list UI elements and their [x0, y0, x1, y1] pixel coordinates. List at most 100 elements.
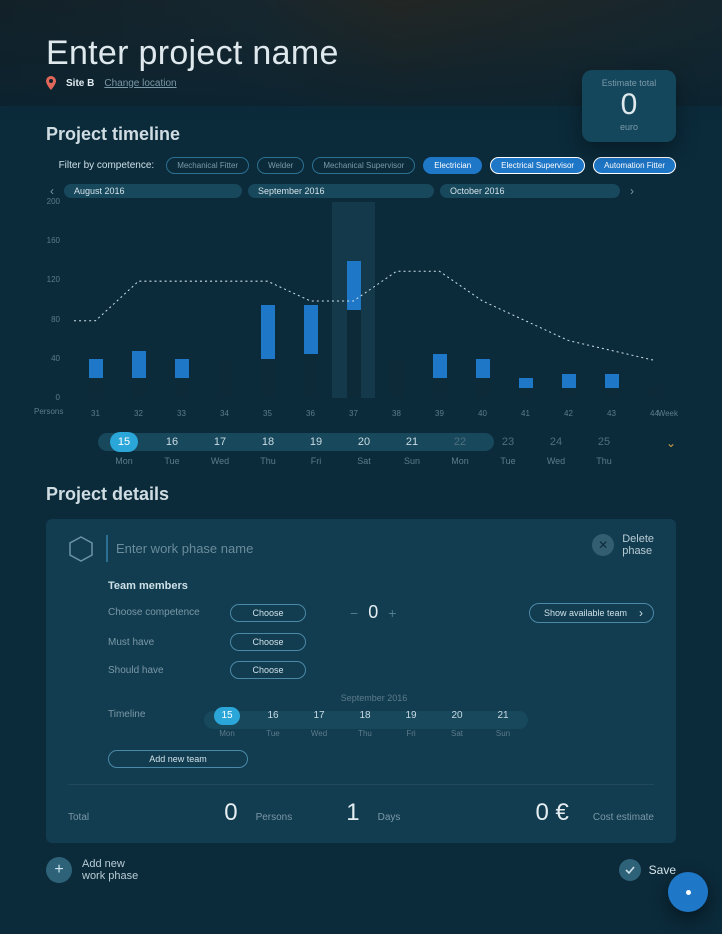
- chart-week-column[interactable]: [74, 202, 117, 398]
- day-column[interactable]: 22Mon: [436, 432, 484, 466]
- cost-estimate-value: 0 €: [535, 799, 568, 827]
- estimate-total-card: Estimate total 0 euro: [582, 70, 676, 142]
- chip-electrical-supervisor[interactable]: Electrical Supervisor: [490, 157, 585, 174]
- total-days-value: 1: [346, 799, 359, 827]
- chart-week-column[interactable]: [418, 202, 461, 398]
- month-segment[interactable]: August 2016: [64, 184, 242, 198]
- phase-name-input[interactable]: [106, 535, 406, 562]
- chart-week-column[interactable]: [160, 202, 203, 398]
- must-have-label: Must have: [108, 637, 216, 648]
- location-pin-icon: [46, 76, 56, 90]
- chart-week-column[interactable]: [246, 202, 289, 398]
- work-phase-card: ✕ Deletephase Team members Choose compet…: [46, 519, 676, 843]
- save-button[interactable]: Save: [619, 859, 676, 881]
- chip-welder[interactable]: Welder: [257, 157, 304, 174]
- chart-week-column[interactable]: [633, 202, 676, 398]
- competence-label: Choose competence: [108, 607, 216, 618]
- month-segment[interactable]: September 2016: [248, 184, 434, 198]
- y-axis-label: Persons: [34, 407, 63, 416]
- day-selector: ⌄ 15Mon16Tue17Wed18Thu19Fri20Sat21Sun22M…: [46, 432, 676, 466]
- filter-label: Filter by competence:: [59, 160, 155, 171]
- estimate-currency: euro: [582, 122, 676, 132]
- chip-mechanical-fitter[interactable]: Mechanical Fitter: [166, 157, 249, 174]
- timeline-row-label: Timeline: [108, 707, 204, 720]
- day-column[interactable]: 18Thu: [244, 432, 292, 466]
- mini-day-column[interactable]: 16Tue: [250, 707, 296, 738]
- chip-automation-fitter[interactable]: Automation Fitter: [593, 157, 676, 174]
- bottom-action-bar: + Add newwork phase Save: [0, 843, 722, 883]
- mini-day-column[interactable]: 19Fri: [388, 707, 434, 738]
- y-axis-ticks: 04080120160200: [34, 202, 60, 398]
- cost-estimate-label: Cost estimate: [593, 812, 654, 823]
- total-persons-value: 0: [224, 799, 237, 827]
- project-title-input[interactable]: Enter project name: [46, 34, 339, 73]
- day-column[interactable]: 20Sat: [340, 432, 388, 466]
- stepper-value: 0: [368, 602, 378, 623]
- chart-week-column[interactable]: [117, 202, 160, 398]
- location-name: Site B: [66, 78, 94, 89]
- competence-filter-row: Filter by competence: Mechanical Fitter …: [46, 157, 676, 174]
- close-icon: ✕: [592, 534, 614, 556]
- floating-action-button[interactable]: [668, 872, 708, 912]
- phase-totals-row: Total 0 Persons 1 Days 0 € Cost estimate: [68, 784, 654, 843]
- stepper-minus-icon[interactable]: −: [350, 605, 358, 621]
- add-new-team-button[interactable]: Add new team: [108, 750, 248, 768]
- estimate-label: Estimate total: [582, 78, 676, 88]
- fab-dot-icon: [686, 890, 691, 895]
- mini-day-column[interactable]: 20Sat: [434, 707, 480, 738]
- month-navigator: ‹ August 2016 September 2016 October 201…: [46, 184, 676, 198]
- stepper-plus-icon[interactable]: +: [388, 605, 396, 621]
- chart-week-column[interactable]: [375, 202, 418, 398]
- x-axis-ticks: 3132333435363738394041424344: [74, 409, 676, 418]
- show-available-team-button[interactable]: Show available team: [529, 603, 654, 623]
- day-column[interactable]: 19Fri: [292, 432, 340, 466]
- day-column[interactable]: 16Tue: [148, 432, 196, 466]
- chip-mechanical-supervisor[interactable]: Mechanical Supervisor: [312, 157, 415, 174]
- expand-days-icon[interactable]: ⌄: [666, 436, 676, 450]
- day-column[interactable]: 17Wed: [196, 432, 244, 466]
- mini-day-column[interactable]: 21Sun: [480, 707, 526, 738]
- estimate-value: 0: [582, 90, 676, 120]
- should-have-label: Should have: [108, 665, 216, 676]
- check-icon: [619, 859, 641, 881]
- delete-phase-button[interactable]: ✕ Deletephase: [592, 533, 654, 557]
- chart-week-column[interactable]: [547, 202, 590, 398]
- day-column[interactable]: 15Mon: [100, 432, 148, 466]
- month-next-icon[interactable]: ›: [626, 184, 638, 198]
- mini-day-column[interactable]: 17Wed: [296, 707, 342, 738]
- choose-competence-button[interactable]: Choose: [230, 604, 306, 622]
- phase-hexagon-icon: [68, 536, 94, 562]
- chart-week-column[interactable]: [289, 202, 332, 398]
- team-members-heading: Team members: [108, 580, 654, 592]
- add-work-phase-button[interactable]: + Add newwork phase: [46, 857, 138, 883]
- chart-week-column[interactable]: [461, 202, 504, 398]
- chart-plot-area: [74, 202, 676, 398]
- headcount-stepper: − 0 +: [350, 602, 396, 623]
- total-label: Total: [68, 812, 89, 823]
- timeline-chart: 04080120160200 Persons 31323334353637383…: [40, 202, 676, 418]
- chip-electrician[interactable]: Electrician: [423, 157, 482, 174]
- location-row: Site B Change location: [46, 76, 177, 90]
- day-column[interactable]: 21Sun: [388, 432, 436, 466]
- day-column[interactable]: 25Thu: [580, 432, 628, 466]
- choose-should-have-button[interactable]: Choose: [230, 661, 306, 679]
- change-location-link[interactable]: Change location: [104, 78, 176, 89]
- mini-month-label: September 2016: [204, 693, 544, 703]
- choose-must-have-button[interactable]: Choose: [230, 633, 306, 651]
- phase-timeline: September 2016 Timeline 15Mon16Tue17Wed1…: [108, 693, 654, 738]
- mini-day-column[interactable]: 18Thu: [342, 707, 388, 738]
- details-heading: Project details: [46, 484, 676, 505]
- chart-week-column[interactable]: [504, 202, 547, 398]
- month-segment[interactable]: October 2016: [440, 184, 620, 198]
- month-prev-icon[interactable]: ‹: [46, 184, 58, 198]
- chart-week-column[interactable]: [332, 202, 375, 398]
- total-persons-unit: Persons: [256, 812, 293, 823]
- day-column[interactable]: 24Wed: [532, 432, 580, 466]
- total-days-unit: Days: [378, 812, 401, 823]
- mini-day-column[interactable]: 15Mon: [204, 707, 250, 738]
- day-column[interactable]: 23Tue: [484, 432, 532, 466]
- chart-week-column[interactable]: [590, 202, 633, 398]
- chart-week-column[interactable]: [203, 202, 246, 398]
- x-axis-label: Week: [658, 409, 678, 418]
- plus-icon: +: [46, 857, 72, 883]
